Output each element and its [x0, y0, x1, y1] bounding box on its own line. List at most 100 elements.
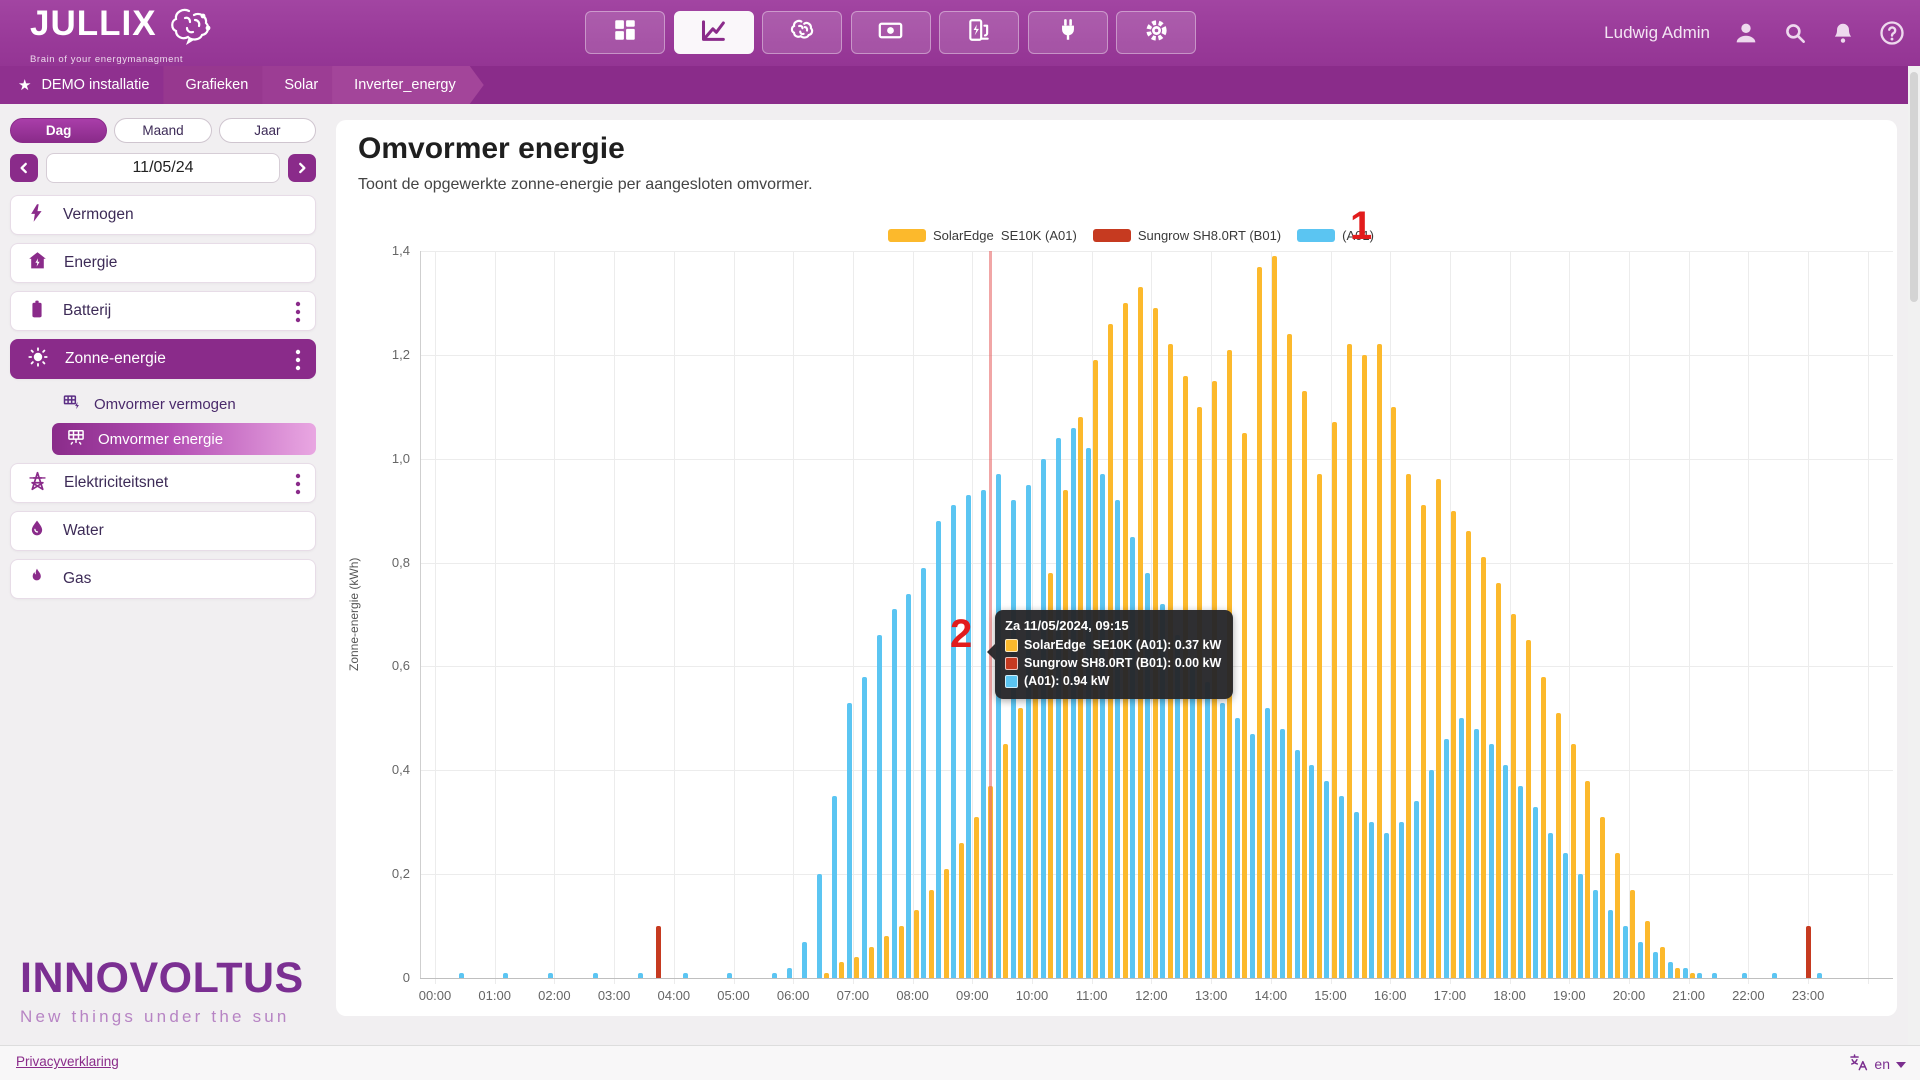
- bar-solaredge[interactable]: [944, 869, 949, 978]
- bar-a01[interactable]: [981, 490, 986, 978]
- bar-solaredge[interactable]: [1197, 407, 1202, 978]
- bar-a01[interactable]: [1578, 874, 1583, 978]
- bar-solaredge[interactable]: [1033, 661, 1038, 978]
- bar-solaredge[interactable]: [929, 890, 934, 978]
- legend-item-solaredge[interactable]: SolarEdge SE10K (A01): [888, 228, 1077, 243]
- bar-solaredge[interactable]: [1526, 640, 1531, 978]
- bar-a01[interactable]: [802, 942, 807, 978]
- bar-a01[interactable]: [906, 594, 911, 978]
- bar-solaredge[interactable]: [1660, 947, 1665, 978]
- bar-solaredge[interactable]: [1421, 505, 1426, 978]
- bar-a01[interactable]: [1309, 765, 1314, 978]
- bar-a01[interactable]: [1653, 952, 1658, 978]
- bar-a01[interactable]: [1086, 448, 1091, 978]
- bar-solaredge[interactable]: [1093, 360, 1098, 978]
- breadcrumb-grafieken[interactable]: Grafieken: [163, 66, 276, 104]
- bar-solaredge[interactable]: [1541, 677, 1546, 978]
- bar-solaredge[interactable]: [1645, 921, 1650, 978]
- nav-devices-button[interactable]: [1028, 11, 1108, 54]
- elektriciteitsnet-menu-icon[interactable]: [289, 472, 307, 496]
- sidebar-item-vermogen[interactable]: Vermogen: [10, 195, 316, 235]
- bar-solaredge[interactable]: [1511, 614, 1516, 978]
- nav-finance-button[interactable]: [851, 11, 931, 54]
- bar-solaredge[interactable]: [1690, 973, 1695, 978]
- bar-solaredge[interactable]: [884, 936, 889, 978]
- bar-solaredge[interactable]: [1257, 267, 1262, 978]
- bar-solaredge[interactable]: [1347, 344, 1352, 978]
- scrollbar-thumb[interactable]: [1910, 72, 1918, 302]
- next-day-button[interactable]: [288, 154, 316, 182]
- user-icon[interactable]: [1732, 19, 1760, 47]
- bar-solaredge[interactable]: [959, 843, 964, 978]
- bar-solaredge[interactable]: [869, 947, 874, 978]
- nav-ev-charging-button[interactable]: [939, 11, 1019, 54]
- batterij-menu-icon[interactable]: [289, 300, 307, 324]
- bar-a01[interactable]: [832, 796, 837, 978]
- tab-jaar[interactable]: Jaar: [219, 118, 316, 143]
- bar-solaredge[interactable]: [1675, 968, 1680, 978]
- bar-a01[interactable]: [877, 635, 882, 978]
- bar-solaredge[interactable]: [1481, 557, 1486, 978]
- bar-sungrow[interactable]: [656, 926, 661, 978]
- bar-a01[interactable]: [951, 505, 956, 978]
- bar-a01[interactable]: [1190, 661, 1195, 978]
- bar-a01[interactable]: [1474, 729, 1479, 978]
- bar-solaredge[interactable]: [1391, 407, 1396, 978]
- bar-a01[interactable]: [772, 973, 777, 978]
- bar-solaredge[interactable]: [988, 786, 993, 978]
- bar-solaredge[interactable]: [1332, 422, 1337, 978]
- bar-a01[interactable]: [1697, 973, 1702, 978]
- nav-charts-button[interactable]: [674, 11, 754, 54]
- tab-maand[interactable]: Maand: [114, 118, 211, 143]
- bar-solaredge[interactable]: [824, 973, 829, 978]
- bar-a01[interactable]: [1235, 718, 1240, 978]
- sidebar-item-water[interactable]: Water: [10, 511, 316, 551]
- sidebar-item-energie[interactable]: Energie: [10, 243, 316, 283]
- bar-a01[interactable]: [503, 973, 508, 978]
- bar-a01[interactable]: [1056, 438, 1061, 978]
- bar-solaredge[interactable]: [1585, 781, 1590, 978]
- bar-a01[interactable]: [1563, 853, 1568, 978]
- legend-item-a01[interactable]: (A01): [1297, 228, 1374, 243]
- bar-a01[interactable]: [1817, 973, 1822, 978]
- tab-dag[interactable]: Dag: [10, 118, 107, 143]
- bar-solaredge[interactable]: [1362, 355, 1367, 978]
- bar-a01[interactable]: [1339, 796, 1344, 978]
- bar-solaredge[interactable]: [1063, 490, 1068, 978]
- user-name[interactable]: Ludwig Admin: [1604, 23, 1710, 43]
- bar-a01[interactable]: [1459, 718, 1464, 978]
- bar-a01[interactable]: [1354, 812, 1359, 978]
- nav-dashboard-button[interactable]: [585, 11, 665, 54]
- bar-a01[interactable]: [1593, 890, 1598, 978]
- sidebar-subitem-omvormer-energie[interactable]: Omvormer energie: [52, 423, 316, 455]
- bar-solaredge[interactable]: [1615, 853, 1620, 978]
- bar-a01[interactable]: [1130, 537, 1135, 978]
- bar-a01[interactable]: [1444, 739, 1449, 978]
- bar-solaredge[interactable]: [839, 962, 844, 978]
- bar-solaredge[interactable]: [1630, 890, 1635, 978]
- bar-solaredge[interactable]: [1242, 433, 1247, 978]
- bar-solaredge[interactable]: [914, 910, 919, 978]
- bar-a01[interactable]: [1429, 770, 1434, 978]
- bar-solaredge[interactable]: [1183, 376, 1188, 978]
- bar-a01[interactable]: [1489, 744, 1494, 978]
- bar-a01[interactable]: [1026, 485, 1031, 978]
- bar-solaredge[interactable]: [1108, 324, 1113, 978]
- bar-a01[interactable]: [1250, 734, 1255, 978]
- bar-a01[interactable]: [1011, 500, 1016, 978]
- bar-solaredge[interactable]: [1287, 334, 1292, 978]
- bar-a01[interactable]: [862, 677, 867, 978]
- bar-solaredge[interactable]: [1377, 344, 1382, 978]
- bar-a01[interactable]: [1100, 474, 1105, 978]
- bar-a01[interactable]: [1220, 703, 1225, 978]
- bar-a01[interactable]: [683, 973, 688, 978]
- bar-a01[interactable]: [1399, 822, 1404, 978]
- sidebar-item-elektriciteitsnet[interactable]: Elektriciteitsnet: [10, 463, 316, 503]
- sidebar-item-gas[interactable]: Gas: [10, 559, 316, 599]
- bar-a01[interactable]: [921, 568, 926, 978]
- bar-solaredge[interactable]: [1600, 817, 1605, 978]
- bar-a01[interactable]: [1115, 500, 1120, 978]
- help-icon[interactable]: [1878, 19, 1906, 47]
- bar-solaredge[interactable]: [1212, 381, 1217, 978]
- bar-a01[interactable]: [1608, 910, 1613, 978]
